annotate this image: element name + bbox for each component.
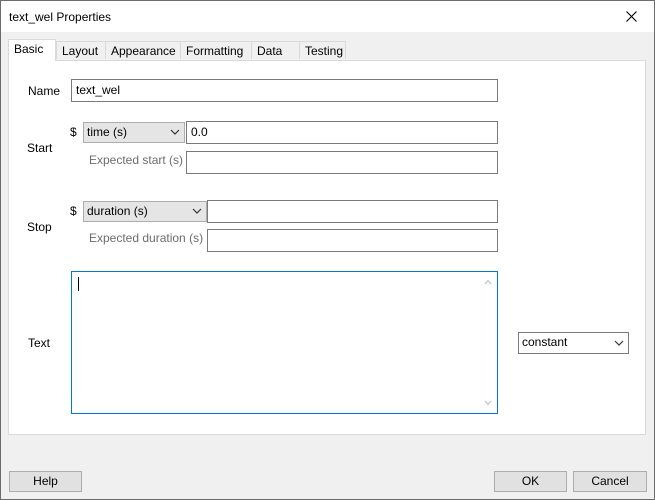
tab-formatting[interactable]: Formatting [180,41,252,59]
help-button[interactable]: Help [9,471,82,492]
tab-testing[interactable]: Testing [299,41,346,59]
expected-start-field[interactable] [186,151,498,174]
start-type-select[interactable]: time (s) [83,122,185,143]
window-title: text_wel Properties [9,10,112,24]
ok-button[interactable]: OK [494,471,567,492]
start-dollar-label: $ [70,125,77,139]
properties-dialog: text_wel Properties Basic Layout Appeara… [0,0,655,500]
cancel-button[interactable]: Cancel [573,471,647,492]
stop-dollar-label: $ [70,204,77,218]
expected-duration-label: Expected duration (s) [89,231,204,245]
text-area[interactable] [71,271,498,414]
chevron-down-icon [170,129,180,135]
text-caret [78,277,79,291]
tab-data[interactable]: Data [251,41,300,59]
start-type-value: time (s) [87,125,127,139]
stop-value-field[interactable] [207,200,498,223]
start-value-field[interactable]: 0.0 [186,121,498,144]
close-icon [625,11,637,22]
expected-duration-field[interactable] [207,229,498,252]
stop-label: Stop [27,220,52,234]
scroll-down-arrow-icon[interactable] [484,400,492,406]
name-label: Name [28,84,61,98]
chevron-down-icon [192,208,202,214]
stop-type-select[interactable]: duration (s) [83,201,207,222]
chevron-down-icon [614,340,624,346]
text-label: Text [28,336,51,350]
tab-basic[interactable]: Basic [8,39,56,61]
text-update-select[interactable]: constant [518,332,629,354]
tab-layout[interactable]: Layout [56,41,106,59]
scroll-up-arrow-icon[interactable] [484,279,492,285]
title-bar: text_wel Properties [1,1,654,32]
text-update-value: constant [522,335,568,349]
close-button[interactable] [608,1,654,32]
vertical-scrollbar[interactable] [480,272,497,413]
expected-start-label: Expected start (s) [89,153,184,167]
stop-type-value: duration (s) [87,204,148,218]
start-label: Start [27,141,53,155]
tab-appearance[interactable]: Appearance [105,41,181,59]
name-field[interactable]: text_wel [71,79,498,102]
